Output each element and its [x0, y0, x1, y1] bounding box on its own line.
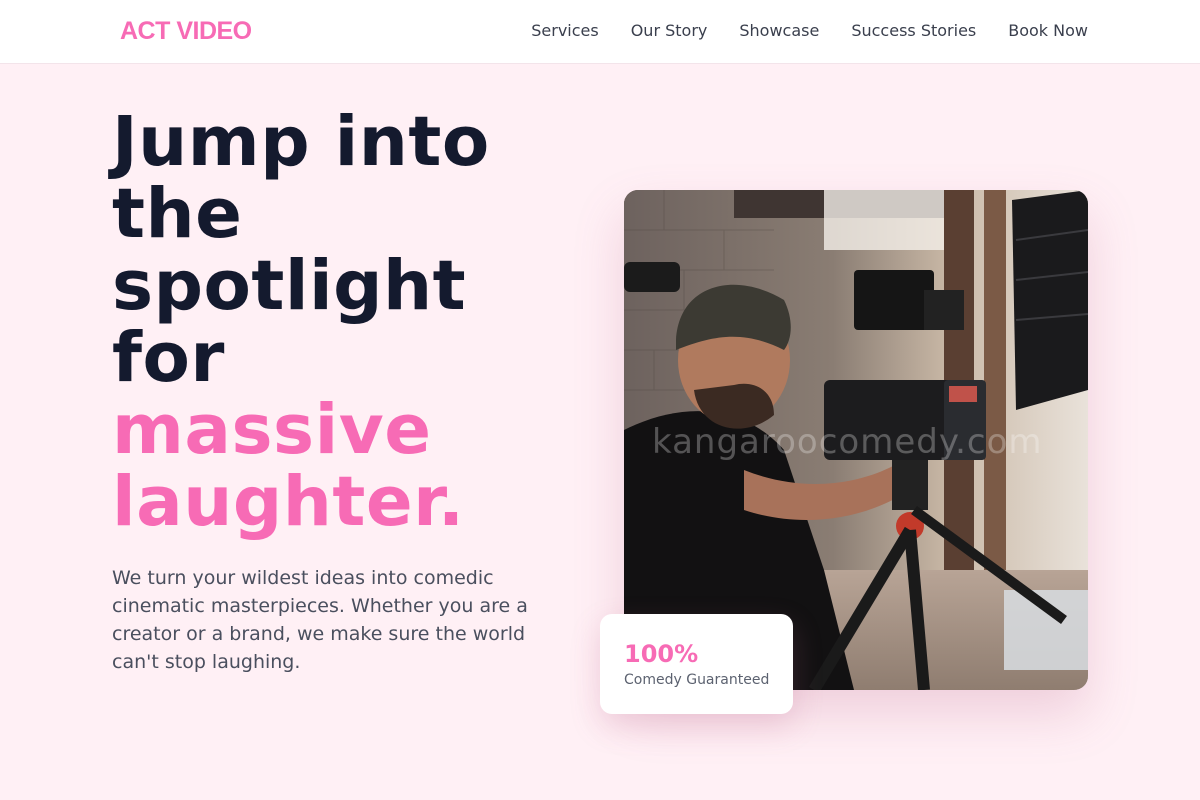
nav-link-success-stories[interactable]: Success Stories	[851, 20, 976, 42]
headline-accent-line: massive	[112, 390, 432, 470]
nav-link-our-story[interactable]: Our Story	[631, 20, 708, 42]
stat-card: 100% Comedy Guaranteed	[600, 614, 793, 714]
nav-link-showcase[interactable]: Showcase	[739, 20, 819, 42]
hero-headline: Jump into the spotlight for massive laug…	[112, 106, 582, 538]
stat-value: 100%	[624, 640, 699, 668]
brand-logo[interactable]: ACT VIDEO	[120, 17, 252, 46]
headline-accent-line: laughter.	[112, 462, 465, 542]
site-header: ACT VIDEO Services Our Story Showcase Su…	[0, 0, 1200, 64]
hero-description: We turn your wildest ideas into comedic …	[112, 567, 528, 673]
headline-line: for	[112, 318, 225, 398]
nav-link-services[interactable]: Services	[531, 20, 598, 42]
nav-link-book-now[interactable]: Book Now	[1008, 20, 1088, 42]
stat-label: Comedy Guaranteed	[624, 672, 770, 688]
image-watermark: kangaroocomedy.com	[652, 422, 1043, 462]
main-nav: Services Our Story Showcase Success Stor…	[531, 20, 1088, 42]
headline-line: spotlight	[112, 246, 467, 326]
headline-line: the	[112, 174, 243, 254]
headline-line: Jump into	[112, 102, 490, 182]
